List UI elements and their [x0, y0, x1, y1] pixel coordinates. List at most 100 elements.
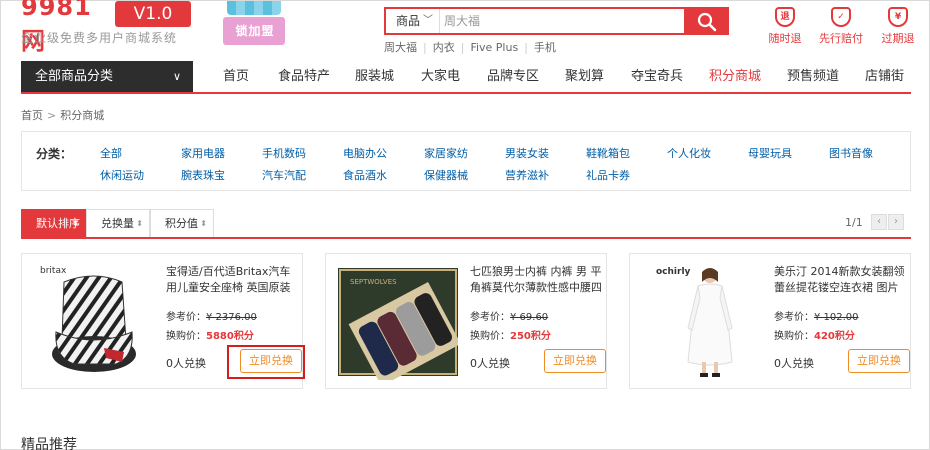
guarantee-advance-compensation[interactable]: ✓ 先行赔付: [811, 7, 871, 46]
search-category-label: 商品: [396, 14, 421, 28]
hot-keyword[interactable]: 手机: [534, 39, 556, 55]
underwear-box-illustration: SEPTWOLVES: [338, 268, 458, 380]
filter-category-link[interactable]: 全部: [100, 145, 122, 161]
product-card[interactable]: ochirly 美乐汀 2014新款女装翻领蕾丝提花镂空连衣裙 图片色 M 参考…: [629, 253, 911, 389]
sort-exchange-count-button[interactable]: 兑换量 ⬍: [86, 209, 150, 237]
nav-item-points-mall[interactable]: 积分商城: [709, 61, 761, 92]
product-image-car-seat[interactable]: britax: [34, 262, 154, 380]
product-ref-price: 参考价：¥ 2376.00: [166, 312, 257, 323]
filter-category-link[interactable]: 电脑办公: [343, 145, 387, 161]
sort-label: 积分值: [165, 217, 198, 230]
divider: |: [524, 41, 528, 54]
breadcrumb-current: 积分商城: [60, 109, 105, 122]
guarantee-refund-anytime[interactable]: 退 随时退: [755, 7, 815, 46]
filter-category-link[interactable]: 手机数码: [262, 145, 306, 161]
exchange-count: 0人兑换: [166, 357, 206, 370]
search-input[interactable]: [444, 9, 684, 33]
hot-keyword[interactable]: 周大福: [384, 39, 417, 55]
awning-icon: [227, 1, 281, 15]
search-button[interactable]: [684, 7, 729, 35]
breadcrumb-home[interactable]: 首页: [21, 109, 43, 122]
product-ref-price: 参考价：¥ 102.00: [774, 312, 859, 323]
logo-text: 9981网: [21, 0, 92, 55]
page-indicator: 1/1: [845, 216, 863, 229]
sort-bar: 默认排序 ⬍ 兑换量 ⬍ 积分值 ⬍ 1/1 ‹ ›: [21, 209, 911, 239]
guarantee-label: 随时退: [768, 32, 802, 45]
filter-category-link[interactable]: 个人化妆: [667, 145, 711, 161]
all-categories-menu[interactable]: 全部商品分类 ∨: [21, 61, 193, 92]
filter-category-link[interactable]: 礼品卡券: [586, 167, 630, 183]
nav-item-food[interactable]: 食品特产: [278, 61, 330, 92]
shield-check-icon: ✓: [831, 7, 851, 27]
product-name[interactable]: 宝得适/百代适Britax汽车用儿童安全座椅 英国原装进口 9个月-12岁: [166, 264, 300, 296]
filter-category-link[interactable]: 保健器械: [424, 167, 468, 183]
filter-category-link[interactable]: 图书音像: [829, 145, 873, 161]
exchange-now-button[interactable]: 立即兑换: [544, 349, 606, 373]
nav-item-treasure[interactable]: 夺宝奇兵: [631, 61, 683, 92]
exchange-now-button[interactable]: 立即兑换: [848, 349, 910, 373]
sort-arrow-icon: ⬍: [200, 219, 207, 228]
nav-item-group-buy[interactable]: 聚划算: [565, 61, 604, 92]
product-image-lace-dress[interactable]: ochirly: [642, 262, 762, 380]
nav-item-appliances[interactable]: 大家电: [421, 61, 460, 92]
promo-text: 锁加盟: [235, 24, 275, 38]
filter-category-link[interactable]: 母婴玩具: [748, 145, 792, 161]
search-category-select[interactable]: 商品 ﹀: [386, 9, 440, 33]
product-image-underwear-box[interactable]: SEPTWOLVES: [338, 262, 458, 380]
chevron-down-icon: ∨: [172, 70, 181, 83]
search-bar: 商品 ﹀: [384, 7, 729, 35]
refund-icon: 退: [775, 7, 795, 27]
guarantee-label: 先行赔付: [819, 32, 863, 45]
highlight-box: [227, 345, 305, 379]
nav-item-clothing[interactable]: 服装城: [355, 61, 394, 92]
product-name[interactable]: 七匹狼男士内裤 内裤 男 平角裤莫代尔薄款性感中腰四角裤4条礼盒: [470, 264, 604, 296]
product-name[interactable]: 美乐汀 2014新款女装翻领蕾丝提花镂空连衣裙 图片色 M: [774, 264, 908, 296]
dress-model-illustration: [687, 268, 733, 377]
hot-keyword[interactable]: 内衣: [433, 39, 455, 55]
product-points-price: 换购价：250积分: [470, 331, 551, 342]
guarantee-label: 过期退: [881, 32, 915, 45]
filter-category-link[interactable]: 食品酒水: [343, 167, 387, 183]
category-filter: 分类： 全部 家用电器 手机数码 电脑办公 家居家纺 男装女装 鞋靴箱包 个人化…: [21, 131, 911, 191]
product-ref-price: 参考价：¥ 69.60: [470, 312, 549, 323]
hot-keyword[interactable]: Five Plus: [470, 41, 518, 54]
divider: |: [423, 41, 427, 54]
all-categories-label: 全部商品分类: [35, 69, 114, 84]
search-icon: [697, 12, 717, 32]
sort-label: 兑换量: [101, 217, 134, 230]
filter-category-link[interactable]: 营养滋补: [505, 167, 549, 183]
nav-underline: [21, 92, 911, 94]
filter-category-link[interactable]: 家用电器: [181, 145, 225, 161]
car-seat-illustration: [52, 275, 136, 372]
product-card[interactable]: SEPTWOLVES 七匹狼男士内裤 内裤 男 平角裤莫代尔薄款性感中腰四角裤4…: [325, 253, 607, 389]
nav-item-presale[interactable]: 预售频道: [787, 61, 839, 92]
filter-category-link[interactable]: 休闲运动: [100, 167, 144, 183]
filter-category-link[interactable]: 汽车汽配: [262, 167, 306, 183]
next-page-button[interactable]: ›: [888, 214, 904, 230]
filter-label: 分类：: [36, 147, 73, 161]
nav-item-stores[interactable]: 店铺街: [865, 61, 904, 92]
logo-tagline: 企业级免费多用户商城系统: [21, 31, 178, 45]
filter-category-link[interactable]: 腕表珠宝: [181, 167, 225, 183]
section-title-featured: 精品推荐: [21, 437, 77, 450]
nav-item-brands[interactable]: 品牌专区: [487, 61, 539, 92]
filter-category-link[interactable]: 鞋靴箱包: [586, 145, 630, 161]
sort-arrow-icon: ⬍: [72, 219, 79, 228]
filter-category-link[interactable]: 家居家纺: [424, 145, 468, 161]
hot-keywords: 周大福 | 内衣 | Five Plus | 手机: [384, 39, 556, 55]
nav-item-home[interactable]: 首页: [223, 61, 249, 92]
version-badge: V1.0: [115, 1, 191, 27]
franchise-promo-banner[interactable]: 锁加盟: [223, 1, 285, 47]
divider: |: [460, 41, 465, 54]
sort-default-button[interactable]: 默认排序 ⬍: [21, 209, 86, 237]
svg-text:SEPTWOLVES: SEPTWOLVES: [350, 278, 397, 286]
prev-page-button[interactable]: ‹: [871, 214, 887, 230]
filter-category-link[interactable]: 男装女装: [505, 145, 549, 161]
product-points-price: 换购价：5880积分: [166, 331, 254, 342]
chevron-down-icon: ﹀: [423, 15, 433, 26]
yen-icon: ¥: [888, 7, 908, 27]
exchange-count: 0人兑换: [774, 357, 814, 370]
guarantee-expired-refund[interactable]: ¥ 过期退: [868, 7, 928, 46]
sort-points-button[interactable]: 积分值 ⬍: [150, 209, 214, 237]
exchange-count: 0人兑换: [470, 357, 510, 370]
